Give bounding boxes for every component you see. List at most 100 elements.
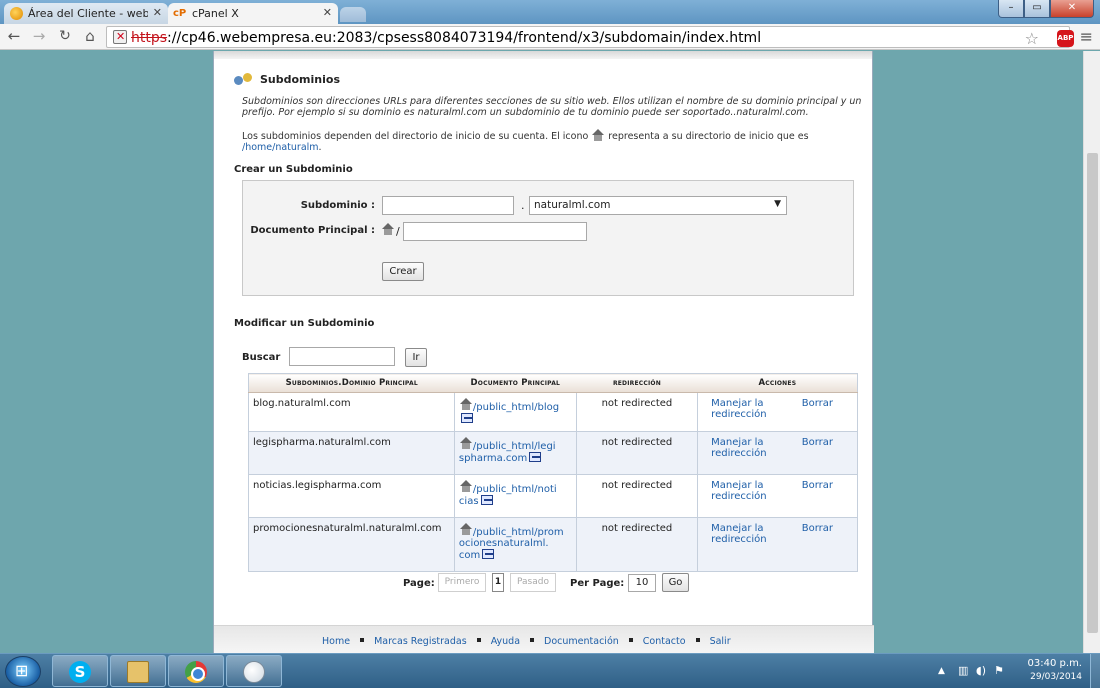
tab-title: cPanel X <box>192 7 239 20</box>
subdomain-name: promocionesnaturalml.naturalml.com <box>248 517 455 572</box>
manage-redirect-link[interactable]: Manejar la redirección <box>711 437 781 459</box>
taskbar-skype[interactable]: S <box>52 655 108 687</box>
edit-icon[interactable] <box>480 495 493 505</box>
adblock-icon[interactable]: ABP <box>1057 30 1074 47</box>
create-subdomain-heading: Crear un Subdominio <box>234 164 353 175</box>
intro-text-after: representa a su directorio de inicio que… <box>608 131 809 142</box>
chrome-icon <box>185 661 207 683</box>
taskbar: S ▲ ▥ ◖) ⚑ 03:40 p.m. 29/03/2014 <box>0 653 1100 688</box>
home-directory-icon <box>381 223 395 235</box>
create-subdomain-form: Subdominio : . naturalml.com ▼ Documento… <box>242 180 854 296</box>
domain-select[interactable]: naturalml.com ▼ <box>529 196 787 215</box>
action-center-flag-icon[interactable]: ⚑ <box>994 664 1007 677</box>
per-page-input[interactable]: 10 <box>628 574 656 592</box>
maximize-icon[interactable]: ▭ <box>1024 0 1050 18</box>
edit-icon[interactable] <box>460 413 473 423</box>
show-hidden-icons-icon[interactable]: ▲ <box>938 666 945 676</box>
show-desktop-button[interactable] <box>1090 654 1100 688</box>
tab-close-icon[interactable]: ✕ <box>153 6 162 19</box>
taskbar-explorer[interactable] <box>110 655 166 687</box>
subdomain-table: Subdominios.Dominio Principal Documento … <box>248 373 858 572</box>
intro-text-before: Los subdominios dependen del directorio … <box>242 131 589 142</box>
new-tab-button[interactable] <box>340 7 366 22</box>
home-icon[interactable]: ⌂ <box>81 27 99 45</box>
footer-link-trademarks[interactable]: Marcas Registradas <box>374 636 467 647</box>
footer-link-logout[interactable]: Salir <box>710 636 731 647</box>
document-root-link[interactable]: /public_html/prom ocionesnaturalml. com <box>459 527 564 561</box>
url-scheme: https <box>131 30 168 46</box>
url-text[interactable]: https://cp46.webempresa.eu:2083/cpsess80… <box>131 30 761 46</box>
path-slash: / <box>396 225 400 238</box>
footer-link-documentation[interactable]: Documentación <box>544 636 619 647</box>
reload-icon[interactable]: ↻ <box>56 27 74 45</box>
tab-close-icon[interactable]: ✕ <box>323 6 332 19</box>
network-icon[interactable]: ▥ <box>958 664 971 677</box>
subdomain-label: Subdominio : <box>300 200 375 211</box>
system-tray: ▲ ▥ ◖) ⚑ 03:40 p.m. 29/03/2014 <box>928 654 1100 688</box>
tab-title: Área del Cliente - webemp <box>28 7 148 20</box>
footer-link-contact[interactable]: Contacto <box>643 636 686 647</box>
footer-link-help[interactable]: Ayuda <box>491 636 520 647</box>
manage-redirect-link[interactable]: Manejar la redirección <box>711 523 781 545</box>
per-page-go-button[interactable]: Go <box>662 573 689 592</box>
bookmark-star-icon[interactable]: ☆ <box>1025 29 1039 48</box>
minimize-icon[interactable]: – <box>998 0 1024 18</box>
subdomain-icon <box>234 71 254 87</box>
subdomain-name: blog.naturalml.com <box>248 392 455 432</box>
actions-cell: Manejar la redirección Borrar <box>697 474 858 518</box>
document-root-link[interactable]: /public_html/noti cias <box>459 484 557 507</box>
clock-time[interactable]: 03:40 p.m. <box>1028 658 1082 669</box>
search-label: Buscar <box>242 352 281 363</box>
document-root-link[interactable]: /public_html/blog <box>473 402 559 413</box>
close-window-icon[interactable]: ✕ <box>1050 0 1094 18</box>
url-rest: ://cp46.webempresa.eu:2083/cpsess8084073… <box>167 30 762 46</box>
volume-icon[interactable]: ◖) <box>976 664 989 677</box>
actions-cell: Manejar la redirección Borrar <box>697 517 858 572</box>
column-header-actions: Acciones <box>697 373 858 393</box>
hamburger-menu-icon[interactable]: ≡ <box>1080 27 1093 46</box>
subdomain-name: legispharma.naturalml.com <box>248 431 455 475</box>
insecure-lock-icon[interactable] <box>113 30 127 44</box>
forward-arrow-icon[interactable]: → <box>30 27 48 45</box>
column-header-docroot[interactable]: Documento Principal <box>454 373 577 393</box>
scrollbar-thumb[interactable] <box>1087 153 1098 633</box>
modify-subdomain-heading: Modificar un Subdominio <box>234 318 375 329</box>
delete-link[interactable]: Borrar <box>802 398 833 420</box>
edit-icon[interactable] <box>482 549 495 559</box>
subdomain-input[interactable] <box>382 196 514 215</box>
page-1-button[interactable]: 1 <box>492 573 504 592</box>
page-viewport: Subdominios Subdominios son direcciones … <box>0 51 1100 653</box>
footer-link-home[interactable]: Home <box>322 636 350 647</box>
edit-icon[interactable] <box>529 452 542 462</box>
start-button[interactable] <box>5 656 41 687</box>
pagination: Page: Primero 1 Pasado Per Page: 10 Go <box>214 573 874 595</box>
search-go-button[interactable]: Ir <box>405 348 427 367</box>
taskbar-paint[interactable] <box>226 655 282 687</box>
document-root-cell: /public_html/legi spharma.com <box>454 431 577 475</box>
intro-home-directory: Los subdominios dependen del directorio … <box>242 129 809 153</box>
actions-cell: Manejar la redirección Borrar <box>697 392 858 432</box>
clock-date[interactable]: 29/03/2014 <box>1030 672 1082 682</box>
create-button[interactable]: Crear <box>382 262 424 281</box>
manage-redirect-link[interactable]: Manejar la redirección <box>711 480 781 502</box>
delete-link[interactable]: Borrar <box>802 437 833 459</box>
page-scrollbar[interactable] <box>1083 51 1100 653</box>
search-input[interactable] <box>289 347 395 366</box>
home-directory-icon <box>459 398 473 410</box>
column-header-redirect[interactable]: redirección <box>576 373 698 393</box>
footer: Home Marcas Registradas Ayuda Documentación… <box>214 625 874 653</box>
column-header-domain[interactable]: Subdominios.Dominio Principal <box>248 373 455 393</box>
manage-redirect-link[interactable]: Manejar la redirección <box>711 398 781 420</box>
delete-link[interactable]: Borrar <box>802 523 833 545</box>
table-row: legispharma.naturalml.com /public_html/l… <box>248 431 858 475</box>
first-page-button[interactable]: Primero <box>438 573 486 592</box>
tab-area-cliente[interactable]: Área del Cliente - webemp ✕ <box>4 3 168 24</box>
tab-cpanel[interactable]: cP cPanel X ✕ <box>168 3 338 24</box>
address-bar[interactable]: https://cp46.webempresa.eu:2083/cpsess80… <box>106 26 1070 48</box>
taskbar-chrome[interactable] <box>168 655 224 687</box>
window-controls: – ▭ ✕ <box>998 0 1094 18</box>
delete-link[interactable]: Borrar <box>802 480 833 502</box>
document-root-input[interactable] <box>403 222 587 241</box>
previous-page-button[interactable]: Pasado <box>510 573 556 592</box>
back-arrow-icon[interactable]: ← <box>5 27 23 45</box>
